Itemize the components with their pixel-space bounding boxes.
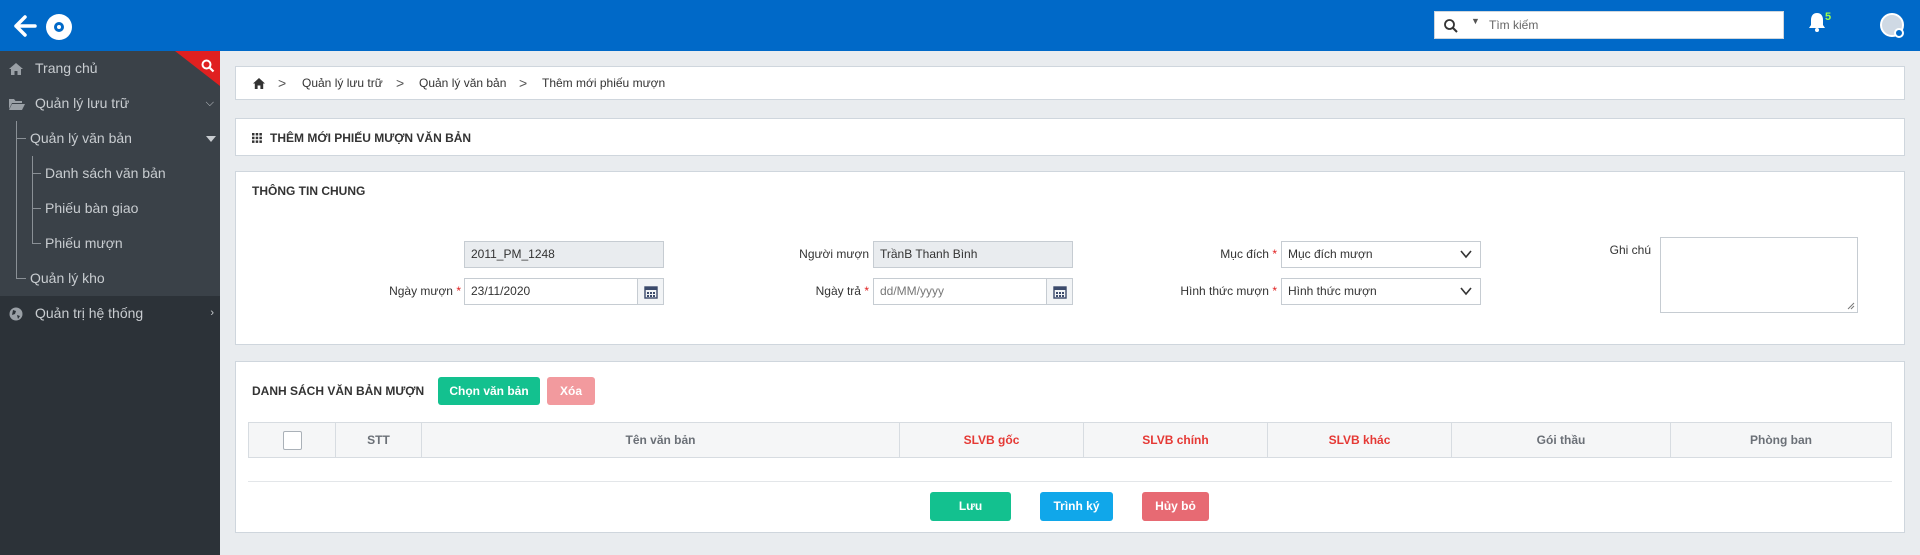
save-button[interactable]: Lưu [930, 492, 1011, 521]
ngay-tra-label-text: Ngày trả [815, 284, 861, 298]
sidebar-item-label: Quản lý lưu trữ [35, 95, 130, 111]
app-logo-icon[interactable] [46, 14, 72, 40]
tree-line [32, 208, 41, 209]
select-all-column [249, 423, 336, 457]
muc-dich-label: Mục đích * [1146, 247, 1277, 261]
ghi-chu-textarea[interactable] [1660, 237, 1858, 313]
sidebar-item-documents[interactable]: Quản lý văn bản [0, 121, 220, 156]
sidebar-item-archive[interactable]: Quản lý lưu trữ ⌵ [0, 86, 220, 121]
breadcrumb-link-documents[interactable]: Quản lý văn bản [419, 76, 506, 90]
user-status-icon [1894, 28, 1904, 38]
column-header: SLVB chính [1084, 423, 1268, 457]
required-mark: * [1272, 247, 1277, 261]
ghi-chu-label: Ghi chú [1609, 243, 1651, 257]
chevron-down-icon [1460, 287, 1472, 296]
sidebar-item-label: Quản lý văn bản [30, 130, 132, 146]
home-icon [9, 63, 23, 75]
column-header: STT [336, 423, 422, 457]
choose-document-button[interactable]: Chọn văn bản [438, 377, 540, 405]
ngay-muon-input[interactable]: 23/11/2020 [464, 278, 638, 305]
hinh-thuc-label: Hình thức mượn * [1116, 284, 1277, 298]
submit-button[interactable]: Trình ký [1040, 492, 1113, 521]
folder-open-icon [9, 99, 25, 110]
tree-line [16, 138, 26, 139]
breadcrumb-current: Thêm mới phiếu mượn [542, 76, 666, 90]
breadcrumb-link-archive[interactable]: Quản lý lưu trữ [302, 76, 383, 90]
notification-count-badge: 5 [1825, 11, 1832, 23]
nguoi-muon-field: TrầnB Thanh Bình [873, 241, 1073, 268]
chevron-right-icon: > [278, 75, 287, 91]
sidebar-item-label: Quản trị hệ thống [35, 305, 144, 321]
borrow-document-list-section: DANH SÁCH VĂN BẢN MƯỢN Chọn văn bản Xóa … [235, 361, 1905, 533]
sidebar-item-warehouse[interactable]: Quản lý kho [0, 261, 220, 296]
section-title: DANH SÁCH VĂN BẢN MƯỢN [252, 384, 425, 398]
column-header: SLVB khác [1268, 423, 1452, 457]
muc-dich-label-text: Mục đích [1220, 247, 1269, 261]
required-mark: * [1272, 284, 1277, 298]
ngay-tra-input[interactable]: dd/MM/yyyy [873, 278, 1047, 305]
chevron-right-icon: › [210, 307, 214, 319]
search-icon[interactable] [1443, 18, 1459, 34]
select-all-checkbox[interactable] [283, 431, 302, 450]
section-title: THÔNG TIN CHUNG [252, 184, 366, 198]
chevron-right-icon: > [396, 75, 405, 91]
home-icon[interactable] [252, 77, 266, 90]
delete-button[interactable]: Xóa [547, 377, 595, 405]
table-divider [248, 481, 1892, 482]
ma-phieu-field: 2011_PM_1248 [464, 241, 664, 268]
muc-dich-select[interactable]: Mục đích mượn [1281, 241, 1481, 268]
page-title: THÊM MỚI PHIẾU MƯỢN VĂN BẢN [270, 131, 472, 145]
sidebar-item-label: Trang chủ [35, 60, 98, 76]
breadcrumb: > Quản lý lưu trữ > Quản lý văn bản > Th… [235, 66, 1905, 100]
chevron-right-icon: > [519, 75, 528, 91]
chevron-down-icon: ⌵ [205, 97, 214, 109]
column-header: SLVB gốc [900, 423, 1084, 457]
tree-line [16, 121, 17, 278]
sidebar-item-label: Danh sách văn bản [45, 165, 166, 181]
column-header: Tên văn bản [422, 423, 900, 457]
top-bar: ▼ 5 [0, 0, 1920, 51]
search-icon [201, 59, 215, 73]
caret-down-icon [206, 136, 216, 142]
sidebar-item-label: Phiếu bàn giao [45, 200, 139, 216]
sidebar-item-home[interactable]: Trang chủ [0, 51, 220, 86]
calendar-icon [644, 286, 658, 299]
sidebar: Trang chủ Quản lý lưu trữ ⌵ Quản lý văn … [0, 51, 220, 555]
required-mark: * [456, 284, 461, 298]
cancel-button[interactable]: Hủy bỏ [1142, 492, 1209, 521]
sidebar-item-admin[interactable]: Quản trị hệ thống › [0, 296, 220, 331]
column-header: Phòng ban [1750, 433, 1812, 447]
ngay-tra-label: Ngày trả * [736, 284, 869, 298]
document-table-header: STT Tên văn bản SLVB gốc SLVB chính SLVB… [248, 422, 1892, 458]
tree-line [32, 156, 33, 243]
ngay-tra-calendar-button[interactable] [1046, 278, 1073, 305]
grid-icon [252, 133, 262, 143]
tree-line [16, 278, 26, 279]
sidebar-search-toggle[interactable] [175, 51, 220, 86]
ngay-muon-label: Ngày mượn * [336, 284, 461, 298]
search-input[interactable] [1489, 15, 1779, 35]
ngay-muon-label-text: Ngày mượn [389, 284, 453, 298]
general-info-section: THÔNG TIN CHUNG Mã phiếu 2011_PM_1248 Ng… [235, 171, 1905, 345]
nguoi-muon-label: Người mượn [799, 247, 869, 261]
search-box: ▼ [1434, 11, 1784, 39]
page-title-bar: THÊM MỚI PHIẾU MƯỢN VĂN BẢN [235, 118, 1905, 156]
ngay-muon-calendar-button[interactable] [637, 278, 664, 305]
globe-icon [9, 307, 23, 321]
required-mark: * [864, 284, 869, 298]
tree-line [32, 173, 41, 174]
hinh-thuc-value: Hình thức mượn [1288, 284, 1377, 298]
hinh-thuc-select[interactable]: Hình thức mượn [1281, 278, 1481, 305]
sidebar-item-label: Quản lý kho [30, 270, 105, 286]
search-filter-caret-icon[interactable]: ▼ [1471, 16, 1480, 26]
tree-line [32, 243, 41, 244]
chevron-down-icon [1460, 250, 1472, 259]
calendar-icon [1053, 286, 1067, 299]
resize-handle-icon[interactable] [1847, 302, 1855, 310]
back-arrow-icon[interactable] [12, 13, 38, 39]
muc-dich-value: Mục đích mượn [1288, 247, 1373, 261]
sidebar-item-label: Phiếu mượn [45, 235, 123, 251]
hinh-thuc-label-text: Hình thức mượn [1180, 284, 1269, 298]
column-header: Gói thầu [1452, 423, 1671, 457]
